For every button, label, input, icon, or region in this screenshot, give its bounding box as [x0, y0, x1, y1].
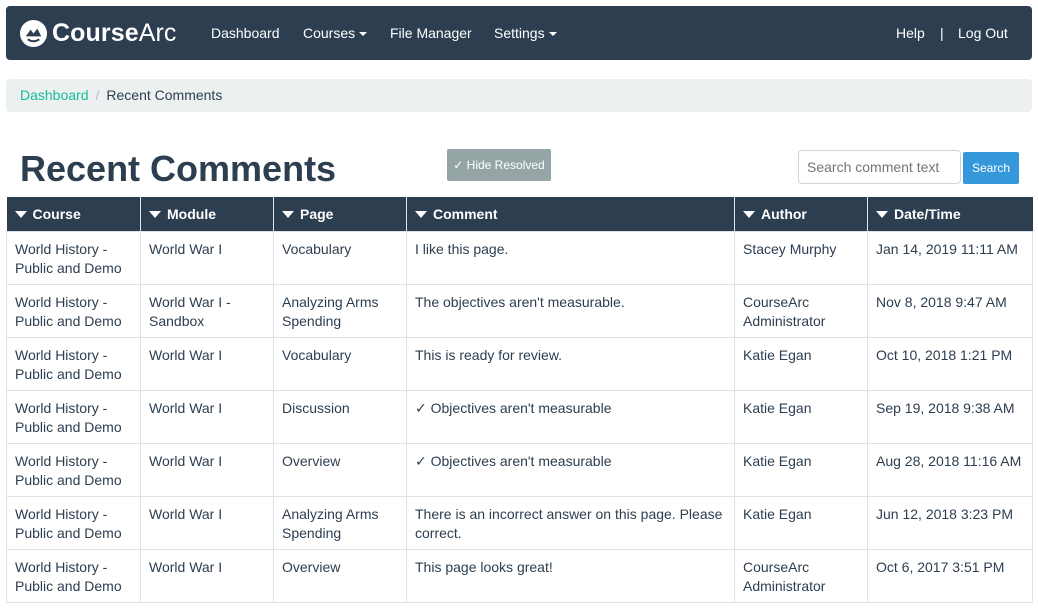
- table-row: World History - Public and Demo World Wa…: [6, 548, 1033, 603]
- cell-datetime: Jan 14, 2019 11:11 AM: [867, 230, 1033, 285]
- cell-datetime: Jun 12, 2018 3:23 PM: [867, 495, 1033, 550]
- search-comment-input[interactable]: [798, 150, 961, 184]
- sort-down-icon: [14, 210, 27, 218]
- cell-author: CourseArc Administrator: [734, 283, 868, 338]
- cell-comment-link[interactable]: There is an incorrect answer on this pag…: [406, 495, 735, 550]
- cell-comment-link[interactable]: I like this page.: [406, 230, 735, 285]
- nav-courses-dropdown[interactable]: Courses: [303, 6, 368, 60]
- hide-resolved-button[interactable]: ✓ Hide Resolved: [447, 149, 551, 181]
- table-header-row: Course Module Page Comment Author Date/T…: [6, 197, 1033, 231]
- breadcrumb-separator: /: [95, 87, 100, 103]
- cell-course: World History - Public and Demo: [6, 230, 141, 285]
- table-row: World History - Public and Demo World Wa…: [6, 389, 1033, 444]
- cell-datetime: Oct 6, 2017 3:51 PM: [867, 548, 1033, 603]
- search-button[interactable]: Search: [963, 152, 1019, 184]
- cell-author: Stacey Murphy: [734, 230, 868, 285]
- cell-course: World History - Public and Demo: [6, 283, 141, 338]
- table-row: World History - Public and Demo World Wa…: [6, 442, 1033, 497]
- cell-comment-link[interactable]: This is ready for review.: [406, 336, 735, 391]
- cell-author: CourseArc Administrator: [734, 548, 868, 603]
- cell-comment-link[interactable]: This page looks great!: [406, 548, 735, 603]
- column-header-page[interactable]: Page: [273, 197, 407, 231]
- cell-module: World War I: [140, 442, 274, 497]
- nav-dashboard[interactable]: Dashboard: [211, 6, 280, 60]
- cell-author: Katie Egan: [734, 336, 868, 391]
- nav-settings-label: Settings: [494, 25, 545, 41]
- cell-comment-link[interactable]: ✓ Objectives aren't measurable: [406, 442, 735, 497]
- brand-name-part2: Arc: [138, 18, 177, 47]
- nav-help[interactable]: Help: [896, 6, 925, 60]
- cell-page: Analyzing Arms Spending: [273, 495, 407, 550]
- table-row: World History - Public and Demo World Wa…: [6, 495, 1033, 550]
- nav-file-manager-label: File Manager: [390, 25, 472, 41]
- nav-file-manager[interactable]: File Manager: [390, 6, 472, 60]
- nav-logout-label: Log Out: [958, 25, 1008, 41]
- cell-page: Vocabulary: [273, 230, 407, 285]
- cell-course: World History - Public and Demo: [6, 336, 141, 391]
- sort-down-icon: [743, 210, 755, 218]
- cell-module: World War I: [140, 548, 274, 603]
- cell-author: Katie Egan: [734, 495, 868, 550]
- cell-page: Overview: [273, 442, 407, 497]
- nav-dashboard-label: Dashboard: [211, 25, 280, 41]
- cell-author: Katie Egan: [734, 389, 868, 444]
- chevron-down-icon: [359, 32, 368, 37]
- cell-page: Overview: [273, 548, 407, 603]
- cell-course: World History - Public and Demo: [6, 389, 141, 444]
- column-header-comment[interactable]: Comment: [406, 197, 735, 231]
- nav-courses-label: Courses: [303, 25, 356, 41]
- sort-down-icon: [149, 210, 161, 218]
- column-header-label: Course: [32, 205, 81, 222]
- top-navbar: CourseArc Dashboard Courses File Manager…: [6, 6, 1032, 60]
- cell-module: World War I - Sandbox: [140, 283, 274, 338]
- column-header-label: Page: [300, 205, 334, 222]
- cell-comment-link[interactable]: The objectives aren't measurable.: [406, 283, 735, 338]
- column-header-module[interactable]: Module: [140, 197, 274, 231]
- cell-page: Vocabulary: [273, 336, 407, 391]
- cell-comment-link[interactable]: ✓ Objectives aren't measurable: [406, 389, 735, 444]
- breadcrumb-current: Recent Comments: [106, 87, 223, 103]
- table-row: World History - Public and Demo World Wa…: [6, 336, 1033, 391]
- cell-datetime: Sep 19, 2018 9:38 AM: [867, 389, 1033, 444]
- brand-logo-link[interactable]: CourseArc: [19, 18, 177, 48]
- cell-module: World War I: [140, 230, 274, 285]
- nav-help-label: Help: [896, 25, 925, 41]
- table-row: World History - Public and Demo World Wa…: [6, 283, 1033, 338]
- cell-module: World War I: [140, 495, 274, 550]
- sort-down-icon: [876, 210, 888, 218]
- brand-name: CourseArc: [52, 19, 177, 48]
- column-header-author[interactable]: Author: [734, 197, 868, 231]
- cell-course: World History - Public and Demo: [6, 495, 141, 550]
- chevron-down-icon: [548, 32, 557, 37]
- cell-course: World History - Public and Demo: [6, 442, 141, 497]
- breadcrumb-dashboard-link[interactable]: Dashboard: [20, 87, 89, 103]
- nav-separator: |: [940, 25, 944, 41]
- cell-page: Discussion: [273, 389, 407, 444]
- column-header-label: Date/Time: [894, 205, 961, 222]
- sort-down-icon: [415, 210, 427, 218]
- sort-down-icon: [282, 210, 294, 218]
- column-header-label: Author: [761, 205, 807, 222]
- breadcrumb: Dashboard / Recent Comments: [6, 79, 1032, 112]
- cell-module: World War I: [140, 389, 274, 444]
- cell-author: Katie Egan: [734, 442, 868, 497]
- coursearc-logo-icon: [19, 19, 48, 47]
- cell-datetime: Nov 8, 2018 9:47 AM: [867, 283, 1033, 338]
- column-header-label: Module: [167, 205, 216, 222]
- column-header-course[interactable]: Course: [6, 197, 141, 231]
- brand-name-part1: Course: [52, 18, 139, 47]
- column-header-label: Comment: [433, 205, 498, 222]
- cell-page: Analyzing Arms Spending: [273, 283, 407, 338]
- column-header-datetime[interactable]: Date/Time: [867, 197, 1033, 231]
- cell-datetime: Aug 28, 2018 11:16 AM: [867, 442, 1033, 497]
- cell-module: World War I: [140, 336, 274, 391]
- comments-table: Course Module Page Comment Author Date/T…: [6, 197, 1033, 603]
- nav-settings-dropdown[interactable]: Settings: [494, 6, 557, 60]
- table-row: World History - Public and Demo World Wa…: [6, 230, 1033, 285]
- page-title: Recent Comments: [20, 148, 337, 189]
- cell-datetime: Oct 10, 2018 1:21 PM: [867, 336, 1033, 391]
- cell-course: World History - Public and Demo: [6, 548, 141, 603]
- nav-logout[interactable]: Log Out: [958, 6, 1008, 60]
